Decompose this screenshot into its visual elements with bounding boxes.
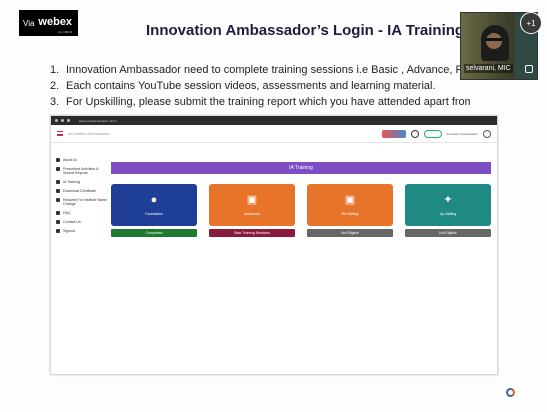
menu-icon[interactable] <box>57 131 63 136</box>
slide-point: 2. Each contains YouTube session videos, … <box>50 78 470 94</box>
brain-icon: ● <box>150 194 158 206</box>
presentation-icon: ▣ <box>246 194 258 206</box>
section-title: IA Training <box>111 162 491 174</box>
sidebar-item-label: Contact Us <box>63 220 81 224</box>
sidebar-item-label: Prescribed Activities & Submit Reports <box>63 167 99 175</box>
back-icon[interactable] <box>55 119 58 122</box>
training-cards: ● Foundation Completed ▣ Advanced Start … <box>111 184 491 237</box>
org-logo-mark <box>506 388 515 397</box>
sidebar-item-contact[interactable]: Contact Us <box>56 220 107 224</box>
signout-icon <box>56 229 60 233</box>
tile-foundation[interactable]: ● Foundation <box>111 184 197 226</box>
sidebar-item-label: Request For Institute Name Change <box>63 198 107 206</box>
via-label: Via <box>23 18 35 28</box>
point-number: 3. <box>50 96 60 108</box>
point-number: 2. <box>50 80 60 92</box>
training-icon <box>56 180 60 184</box>
app-header: Innovation Ambassador Innovation Ambassa… <box>51 125 497 143</box>
sidebar-item-label: FAQ <box>63 211 71 215</box>
status-badge: Not Eligible <box>307 229 393 237</box>
webex-logo: webex by CISCO <box>38 12 73 35</box>
point-number: 1. <box>50 64 60 76</box>
webex-brand-sub: by CISCO <box>58 30 73 34</box>
emblem-logo <box>410 129 419 138</box>
slide-frame: Via webex by CISCO Innovation Ambassador… <box>0 0 547 412</box>
user-avatar-icon[interactable] <box>483 129 491 138</box>
request-icon <box>56 198 60 202</box>
microphone-icon <box>525 65 533 73</box>
card-upskilling: ✦ Up-Skilling Not Eligible <box>405 184 491 237</box>
question-icon <box>56 211 60 215</box>
header-logos: Innovation Ambassador <box>381 129 491 138</box>
slide-points: 1. Innovation Ambassador need to complete… <box>50 62 470 110</box>
card-advanced: ▣ Advanced Start Training Sessions <box>209 184 295 237</box>
sidebar-item-label: Signout <box>63 229 76 233</box>
download-icon <box>56 189 60 193</box>
webex-brand: webex <box>38 16 73 28</box>
sidebar-item-label: About IA <box>63 158 77 162</box>
ministry-logo <box>381 129 406 138</box>
embedded-screenshot: www.yearofinnovation.mic.in Innovation A… <box>50 115 498 375</box>
sidebar-item-signout[interactable]: Signout <box>56 229 107 233</box>
tile-reskilling[interactable]: ▣ Re-Skilling <box>307 184 393 226</box>
sidebar-item-label: IA Training <box>63 180 80 184</box>
participant-name: selvarani, MIC <box>464 64 513 73</box>
sidebar-item-label: Download Certificate <box>63 189 97 193</box>
point-text: Innovation Ambassador need to complete t… <box>66 64 470 76</box>
participant-glasses <box>486 38 502 41</box>
status-badge: Not Eligible <box>405 229 491 237</box>
sidebar: About IA Prescribed Activities & Submit … <box>51 144 107 374</box>
participants-badge[interactable]: +1 <box>520 12 542 34</box>
webex-badge: Via webex by CISCO <box>19 10 78 36</box>
phone-icon <box>56 220 60 224</box>
card-reskilling: ▣ Re-Skilling Not Eligible <box>307 184 393 237</box>
start-training-button[interactable]: Start Training Sessions <box>209 229 295 237</box>
browser-bar: www.yearofinnovation.mic.in <box>51 116 497 125</box>
user-name[interactable]: Innovation Ambassador <box>447 132 478 136</box>
reload-icon[interactable] <box>67 119 70 122</box>
slide-title: Innovation Ambassador’s Login - IA Train… <box>146 22 465 39</box>
address-bar[interactable]: www.yearofinnovation.mic.in <box>79 119 117 123</box>
sidebar-item-name-change[interactable]: Request For Institute Name Change <box>56 198 107 206</box>
point-text: For Upskilling, please submit the traini… <box>66 96 470 108</box>
presentation-icon: ▣ <box>344 194 356 206</box>
home-icon <box>56 158 60 162</box>
sidebar-item-about[interactable]: About IA <box>56 158 107 162</box>
sidebar-item-certificate[interactable]: Download Certificate <box>56 189 107 193</box>
slide-point: 1. Innovation Ambassador need to complete… <box>50 62 470 78</box>
point-text: Each contains YouTube session videos, as… <box>66 80 436 92</box>
participant-face <box>486 33 502 49</box>
sidebar-item-ia-training[interactable]: IA Training <box>56 180 107 184</box>
tile-upskilling[interactable]: ✦ Up-Skilling <box>405 184 491 226</box>
status-badge: Completed <box>111 229 197 237</box>
tile-advanced[interactable]: ▣ Advanced <box>209 184 295 226</box>
sidebar-item-activities[interactable]: Prescribed Activities & Submit Reports <box>56 167 107 175</box>
app-title: Innovation Ambassador <box>68 131 110 136</box>
sidebar-item-faq[interactable]: FAQ <box>56 211 107 215</box>
main-content: IA Training ● Foundation Completed ▣ Adv… <box>111 162 491 237</box>
slide-point: 3. For Upskilling, please submit the trai… <box>50 94 470 110</box>
tile-label: Re-Skilling <box>341 212 359 216</box>
tile-label: Up-Skilling <box>439 212 457 216</box>
forward-icon[interactable] <box>61 119 64 122</box>
tile-label: Foundation <box>145 212 163 216</box>
g20-logo <box>423 129 442 138</box>
card-foundation: ● Foundation Completed <box>111 184 197 237</box>
list-icon <box>56 167 60 171</box>
org-logo <box>506 388 541 397</box>
tile-label: Advanced <box>244 212 260 216</box>
runner-icon: ✦ <box>443 194 453 206</box>
